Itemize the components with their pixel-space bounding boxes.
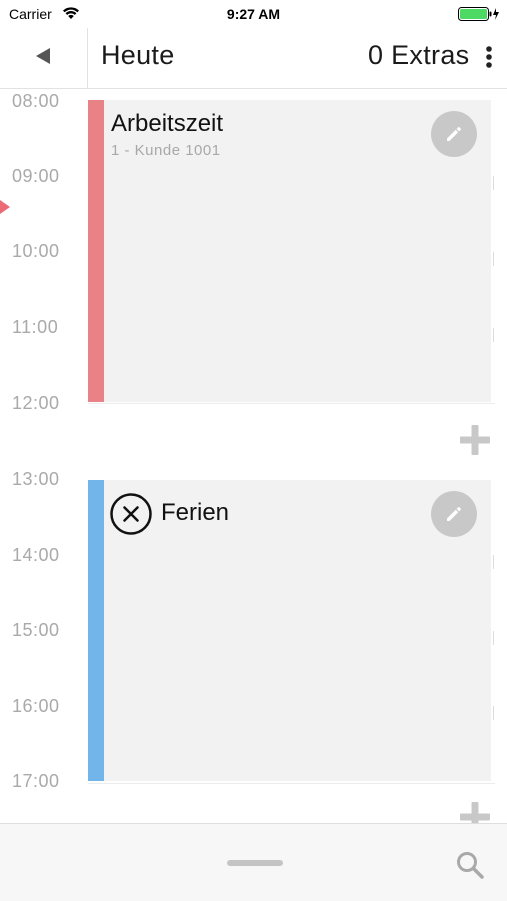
plus-icon[interactable] xyxy=(458,423,492,457)
hour-divider xyxy=(88,403,495,404)
back-button[interactable] xyxy=(0,28,88,88)
status-time: 9:27 AM xyxy=(226,6,281,22)
extras-button[interactable]: 0 Extras xyxy=(368,40,469,71)
pencil-icon xyxy=(447,507,461,521)
event-card-ferien[interactable]: Ferien xyxy=(88,480,491,781)
hour-label: 16:00 xyxy=(12,696,60,716)
hour-label: 11:00 xyxy=(12,317,59,337)
event-card-arbeitszeit[interactable]: Arbeitszeit 1 - Kunde 1001 xyxy=(88,100,491,402)
status-bar: Carrier 9:27 AM xyxy=(0,0,507,28)
more-vertical-icon[interactable] xyxy=(478,42,500,72)
hour-label: 13:00 xyxy=(12,469,60,489)
hour-label: 15:00 xyxy=(12,620,60,640)
hour-tick xyxy=(493,555,494,569)
page-title[interactable]: Heute xyxy=(101,40,175,71)
hour-label: 12:00 xyxy=(12,393,60,413)
event-subtitle: 1 - Kunde 1001 xyxy=(111,142,221,159)
event-title: Ferien xyxy=(161,499,230,526)
hour-divider xyxy=(88,783,495,784)
event-color-stripe xyxy=(88,480,104,781)
event-color-stripe xyxy=(88,100,104,402)
hour-tick xyxy=(493,631,494,645)
current-time-marker xyxy=(0,200,10,214)
hour-label: 10:00 xyxy=(12,241,60,261)
hour-tick xyxy=(493,176,494,190)
cancel-circle-icon xyxy=(110,493,152,535)
edit-event-button[interactable] xyxy=(431,491,477,537)
edit-event-button[interactable] xyxy=(431,111,477,157)
hour-tick xyxy=(493,252,494,266)
back-triangle-icon xyxy=(36,48,50,64)
header-bar: Heute 0 Extras xyxy=(0,28,507,89)
hour-label: 14:00 xyxy=(12,545,60,565)
drag-handle-icon[interactable] xyxy=(227,860,283,866)
day-timeline[interactable]: 08:00 09:00 10:00 11:00 12:00 13:00 14:0… xyxy=(0,88,507,823)
bottom-toolbar xyxy=(0,823,507,901)
search-icon[interactable] xyxy=(455,850,485,880)
pencil-icon xyxy=(447,127,461,141)
battery-icon xyxy=(458,7,499,21)
plus-icon[interactable] xyxy=(458,800,492,823)
hour-tick xyxy=(493,328,494,342)
hour-label: 17:00 xyxy=(12,771,60,791)
hour-label: 08:00 xyxy=(12,91,60,111)
event-title: Arbeitszeit xyxy=(111,110,224,137)
hour-tick xyxy=(493,706,494,720)
hour-label: 09:00 xyxy=(12,166,60,186)
